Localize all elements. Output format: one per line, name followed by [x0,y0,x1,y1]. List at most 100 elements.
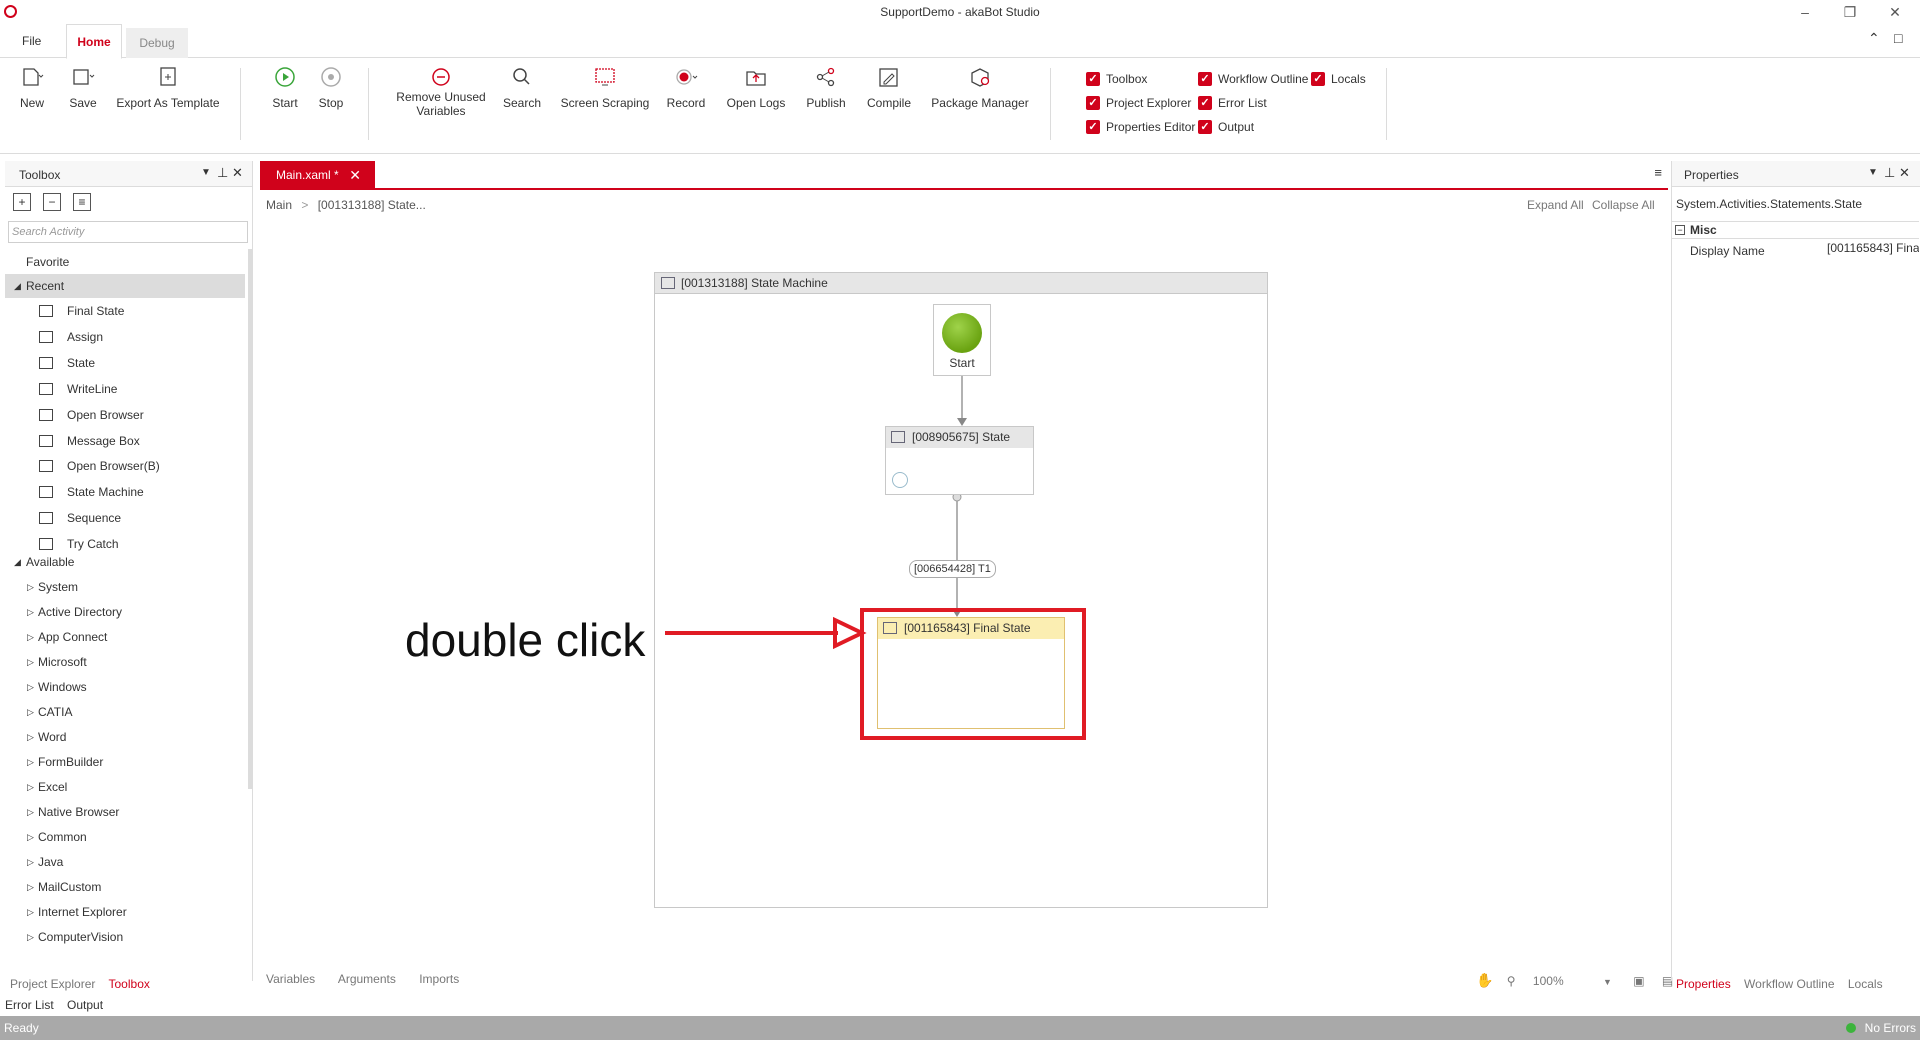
transition-label[interactable]: [006654428] T1 [909,560,996,578]
tab-imports[interactable]: Imports [419,972,459,986]
toolbox-category[interactable]: ▷ Microsoft [5,650,245,674]
dropdown-icon[interactable]: ▼ [1868,167,1878,178]
search-button[interactable]: Search [502,66,542,110]
collapse-all-link[interactable]: Collapse All [1592,198,1655,212]
tab-arguments[interactable]: Arguments [338,972,396,986]
toolbox-category[interactable]: ▷ App Connect [5,625,245,649]
toolbox-category[interactable]: ▷ Internet Explorer [5,900,245,924]
breadcrumb-main[interactable]: Main [266,198,292,212]
tab-error-list[interactable]: Error List [5,998,54,1012]
toggle-toolbox[interactable]: ✓ Toolbox [1086,70,1147,88]
tab-output[interactable]: Output [67,998,103,1012]
package-manager-label: Package Manager [931,96,1029,110]
toolbox-category[interactable]: ▷ Excel [5,775,245,799]
stop-button[interactable]: Stop [316,66,346,110]
tab-toolbox[interactable]: Toolbox [109,977,150,991]
toolbox-category[interactable]: ▷ System [5,575,245,599]
tab-file[interactable]: File [12,24,51,58]
list-view-icon[interactable]: ≡ [73,193,91,211]
start-node[interactable]: Start [933,304,991,376]
toolbox-category[interactable]: ▷ Active Directory [5,600,245,624]
left-bottom-tabs-2: Error List Output [5,998,103,1012]
pin-icon[interactable]: ⊥ [1884,165,1895,181]
toggle-properties-editor[interactable]: ✓ Properties Editor [1086,118,1195,136]
tree-recent[interactable]: ◢ Recent [5,274,245,298]
save-button[interactable]: Save [68,66,98,110]
tree-favorite[interactable]: Favorite [5,250,245,274]
toolbox-category[interactable]: ▷ Word [5,725,245,749]
start-button[interactable]: Start [270,66,300,110]
expand-all-link[interactable]: Expand All [1527,198,1584,212]
export-template-button[interactable]: Export As Template [116,66,220,110]
tab-project-explorer[interactable]: Project Explorer [10,977,95,991]
tab-main-xaml[interactable]: Main.xaml * ✕ [260,161,375,189]
screen-scraping-button[interactable]: Screen Scraping [560,66,650,110]
toggle-workflow-outline[interactable]: ✓ Workflow Outline [1198,70,1308,88]
toggle-project-explorer[interactable]: ✓ Project Explorer [1086,94,1191,112]
tab-properties[interactable]: Properties [1676,977,1731,991]
publish-button[interactable]: Publish [804,66,848,110]
breadcrumb-current[interactable]: [001313188] State... [318,198,426,212]
restore-button[interactable]: ❐ [1837,2,1863,22]
state-machine-header[interactable]: [001313188] State Machine [655,273,1267,294]
toolbox-item[interactable]: Open Browser(B) [5,454,245,478]
zoom-icon[interactable]: ⚲ [1507,974,1516,988]
toolbox-category[interactable]: ▷ Windows [5,675,245,699]
tab-workflow-outline[interactable]: Workflow Outline [1744,977,1834,991]
feedback-icon[interactable]: □ [1894,30,1902,46]
toolbox-category[interactable]: ▷ Native Browser [5,800,245,824]
property-row-display-name[interactable]: Display Name [001165843] Fina [1672,241,1919,261]
toolbox-item[interactable]: State [5,351,245,375]
toolbox-category[interactable]: ▷ MailCustom [5,875,245,899]
close-window-button[interactable]: ✕ [1882,2,1908,22]
pan-hand-icon[interactable]: ✋ [1476,972,1493,988]
record-button[interactable]: Record [664,66,708,110]
package-manager-button[interactable]: Package Manager [930,66,1030,110]
toolbox-scrollbar[interactable] [248,249,253,789]
fit-to-screen-icon[interactable]: ▣ [1633,974,1644,988]
toolbox-item[interactable]: Assign [5,325,245,349]
compile-button[interactable]: Compile [866,66,912,110]
state-node[interactable]: [008905675] State [885,426,1034,495]
tree-available[interactable]: ◢ Available [5,550,245,574]
dropdown-icon[interactable]: ▼ [201,167,211,178]
toolbox-category[interactable]: ▷ Common [5,825,245,849]
zoom-dropdown-icon[interactable]: ▼ [1603,977,1612,987]
toolbox-category[interactable]: ▷ FormBuilder [5,750,245,774]
new-button[interactable]: New [18,66,46,110]
toolbox-item[interactable]: Final State [5,299,245,323]
tab-list-icon[interactable]: ≡ [1654,165,1662,180]
state-node-header[interactable]: [008905675] State [886,427,1033,448]
collapse-icon[interactable]: − [1675,225,1685,235]
display-name-value[interactable]: [001165843] Fina [1827,238,1919,258]
remove-unused-variables-button[interactable]: Remove Unused Variables [396,66,486,118]
tab-home[interactable]: Home [66,24,122,59]
toggle-error-list[interactable]: ✓ Error List [1198,94,1267,112]
collapse-ribbon-icon[interactable]: ⌃ [1868,30,1880,47]
collapsed-icon: ▷ [27,882,34,892]
minimize-button[interactable]: – [1792,2,1818,22]
toolbox-category[interactable]: ▷ CATIA [5,700,245,724]
zoom-level[interactable]: 100% [1533,974,1564,988]
collapse-all-icon[interactable]: − [43,193,61,211]
property-category-misc[interactable]: − Misc [1672,221,1919,239]
toolbox-item[interactable]: State Machine [5,480,245,504]
tab-variables[interactable]: Variables [266,972,315,986]
search-activity-input[interactable]: Search Activity [8,221,248,243]
toolbox-item[interactable]: WriteLine [5,377,245,401]
toolbox-category[interactable]: ▷ Java [5,850,245,874]
open-logs-button[interactable]: Open Logs [726,66,786,110]
close-panel-icon[interactable]: ✕ [232,165,243,181]
tab-debug[interactable]: Debug [126,28,188,58]
pin-icon[interactable]: ⊥ [217,165,228,181]
toolbox-item[interactable]: Open Browser [5,403,245,427]
toolbox-item[interactable]: Sequence [5,506,245,530]
close-panel-icon[interactable]: ✕ [1899,165,1910,181]
toolbox-category[interactable]: ▷ ComputerVision [5,925,245,949]
close-tab-icon[interactable]: ✕ [349,161,361,189]
toggle-locals[interactable]: ✓ Locals [1311,70,1366,88]
expand-all-icon[interactable]: + [13,193,31,211]
toolbox-item[interactable]: Message Box [5,429,245,453]
tab-locals[interactable]: Locals [1848,977,1883,991]
toggle-output[interactable]: ✓ Output [1198,118,1254,136]
